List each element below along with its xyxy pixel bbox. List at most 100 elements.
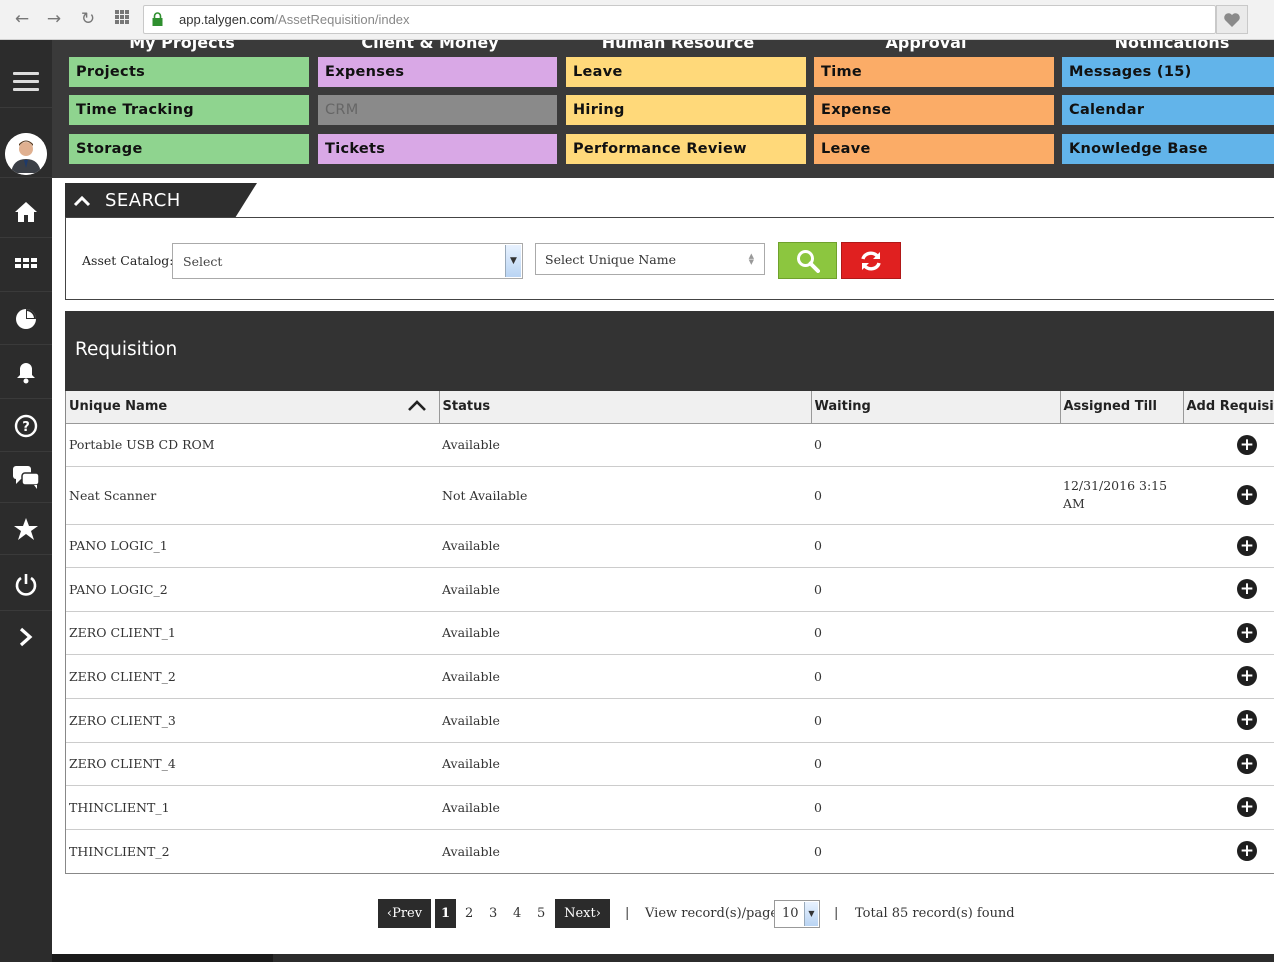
asset-catalog-select[interactable]: Select ▼ [172,243,523,279]
browser-toolbar: ← → ↻ app.talygen.com/AssetRequisition/i… [0,0,1274,40]
requisition-header: Requisition [65,311,1274,391]
prev-page-button[interactable]: ‹Prev [378,899,431,928]
add-requisition-plus-icon[interactable]: + [1237,841,1257,861]
page-number-2[interactable]: 2 [465,899,473,928]
cell-status: Available [439,742,811,786]
table-row: Neat Scanner Not Available 0 12/31/2016 3:1… [66,466,1274,525]
column-header-waiting[interactable]: Waiting [811,391,1061,424]
cell-status: Available [439,785,811,830]
add-requisition-plus-icon[interactable]: + [1237,434,1257,455]
favorite-heart-icon[interactable] [1216,5,1248,34]
add-requisition-plus-icon[interactable]: + [1237,666,1257,686]
column-heading-human-resource: Human Resource [601,40,755,52]
table-row: THINCLIENT_1 Available 0 + [66,785,1274,830]
chevron-down-icon[interactable]: ▼ [804,902,818,926]
chat-icon[interactable] [0,451,52,503]
power-icon[interactable] [0,559,52,611]
search-collapse-tab[interactable]: SEARCH [65,183,235,218]
address-bar[interactable]: app.talygen.com/AssetRequisition/index [143,5,1216,34]
chevron-up-icon[interactable] [73,195,91,207]
home-icon[interactable] [0,186,52,238]
help-icon[interactable]: ? [0,400,52,452]
module-approval-time[interactable]: Time [814,57,1054,87]
table-row: Portable USB CD ROM Available 0 + [66,423,1274,467]
cell-assigned-till [1060,423,1183,467]
back-arrow-icon[interactable]: ← [10,8,34,30]
column-header-status[interactable]: Status [439,391,812,424]
apps-icon[interactable] [0,240,52,292]
cell-unique-name: ZERO CLIENT_3 [66,698,439,743]
cell-waiting: 0 [811,742,1060,786]
avatar[interactable] [5,132,47,175]
bell-icon[interactable] [0,347,52,399]
next-page-button[interactable]: Next› [555,899,610,928]
footer-bar [52,954,1274,962]
add-requisition-plus-icon[interactable]: + [1237,622,1257,643]
module-tickets[interactable]: Tickets [318,134,557,164]
module-projects[interactable]: Projects [69,57,309,87]
column-heading-approval: Approval [885,40,967,52]
module-leave[interactable]: Leave [566,57,806,87]
add-requisition-plus-icon[interactable]: + [1237,710,1257,730]
cell-status: Available [439,829,811,873]
module-approval-expense[interactable]: Expense [814,95,1054,125]
chevron-right-icon[interactable] [0,611,52,663]
cell-assigned-till [1060,524,1183,568]
module-messages[interactable]: Messages (15) [1062,57,1274,87]
per-page-select[interactable]: 10 ▼ [774,900,820,928]
per-page-label: View record(s)/page [645,906,779,921]
apps-grid-icon[interactable] [110,8,134,30]
cell-waiting: 0 [811,611,1060,655]
page-number-5[interactable]: 5 [537,899,545,928]
cell-add-requisition: + [1183,785,1274,830]
page-number-current[interactable]: 1 [435,899,456,928]
column-heading-notifications: Notifications [1114,40,1230,52]
reload-icon[interactable]: ↻ [76,8,100,30]
cell-add-requisition: + [1183,829,1274,873]
cell-assigned-till [1060,567,1183,612]
reset-button[interactable] [841,242,901,279]
search-button[interactable] [778,242,837,279]
refresh-icon [861,251,881,270]
search-panel: SEARCH Asset Catalog: Select ▼ Select Un… [65,183,1274,300]
module-storage[interactable]: Storage [69,134,309,164]
module-hiring[interactable]: Hiring [566,95,806,125]
chevron-down-icon[interactable]: ▼ [505,245,521,277]
cell-unique-name: THINCLIENT_2 [66,829,439,873]
chart-icon[interactable] [0,293,52,345]
column-header-assigned-till[interactable]: Assigned Till [1060,391,1184,424]
cell-unique-name: THINCLIENT_1 [66,785,439,830]
cell-add-requisition: + [1183,742,1274,786]
add-requisition-plus-icon[interactable]: + [1237,753,1257,774]
cell-add-requisition: + [1183,466,1274,525]
menu-icon[interactable] [0,56,52,108]
module-expenses[interactable]: Expenses [318,57,557,87]
add-requisition-plus-icon[interactable]: + [1237,579,1257,599]
user-avatar[interactable] [0,130,52,178]
column-header-unique-name[interactable]: Unique Name [66,391,440,424]
add-requisition-plus-icon[interactable]: + [1237,485,1257,505]
page-number-3[interactable]: 3 [489,899,497,928]
module-approval-leave[interactable]: Leave [814,134,1054,164]
cell-status: Available [439,423,811,467]
add-requisition-plus-icon[interactable]: + [1237,797,1257,817]
page-number-4[interactable]: 4 [513,899,521,928]
module-knowledge-base[interactable]: Knowledge Base [1062,134,1274,164]
cell-unique-name: PANO LOGIC_2 [66,567,439,612]
table-row: ZERO CLIENT_3 Available 0 + [66,698,1274,743]
cell-assigned-till [1060,785,1183,830]
add-requisition-plus-icon[interactable]: + [1237,535,1257,556]
module-time-tracking[interactable]: Time Tracking [69,95,309,125]
search-form: Asset Catalog: Select ▼ Select Unique Na… [65,217,1274,300]
cell-waiting: 0 [811,524,1060,568]
module-performance-review[interactable]: Performance Review [566,134,806,164]
cell-assigned-till [1060,829,1183,873]
unique-name-value: Select Unique Name [545,252,676,267]
table-row: ZERO CLIENT_2 Available 0 + [66,654,1274,699]
star-icon[interactable] [0,503,52,555]
cell-assigned-till [1060,654,1183,699]
module-calendar[interactable]: Calendar [1062,95,1274,125]
sort-ascending-icon[interactable] [407,398,427,412]
unique-name-select[interactable]: Select Unique Name ▲ ▼ [535,243,765,275]
forward-arrow-icon[interactable]: → [42,8,66,30]
